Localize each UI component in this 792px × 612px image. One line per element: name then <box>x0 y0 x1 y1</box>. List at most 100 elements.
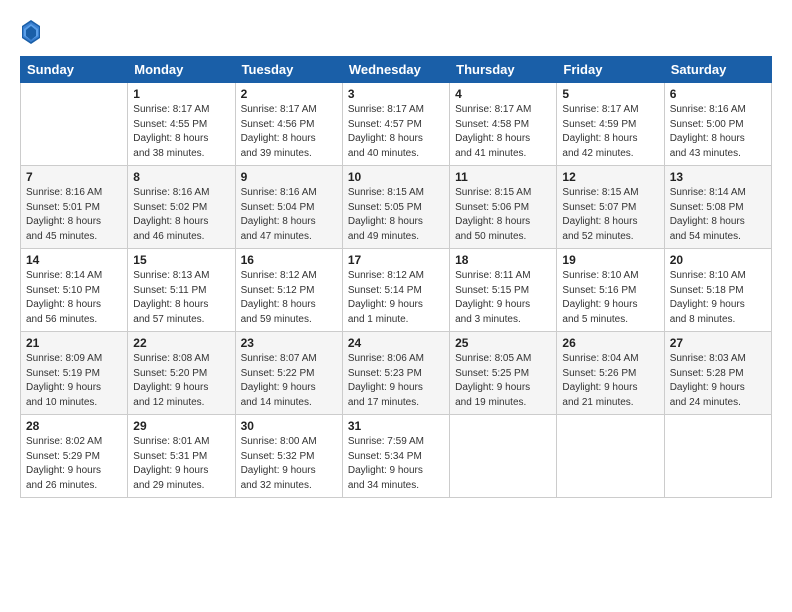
header <box>20 18 772 46</box>
calendar-cell <box>557 415 664 498</box>
cell-info: Sunrise: 8:13 AM Sunset: 5:11 PM Dayligh… <box>133 269 229 327</box>
calendar-cell: 30 Sunrise: 8:00 AM Sunset: 5:32 PM Dayli… <box>235 415 342 498</box>
calendar-cell: 31 Sunrise: 7:59 AM Sunset: 5:34 PM Dayli… <box>342 415 449 498</box>
day-header-friday: Friday <box>557 57 664 83</box>
calendar-cell <box>664 415 771 498</box>
day-number: 27 <box>670 336 766 350</box>
calendar-cell: 18Sunrise: 8:11 AM Sunset: 5:15 PM Dayli… <box>450 249 557 332</box>
day-number: 20 <box>670 253 766 267</box>
calendar-cell: 26 Sunrise: 8:04 AM Sunset: 5:26 PM Dayli… <box>557 332 664 415</box>
day-number: 3 <box>348 87 444 101</box>
calendar-cell <box>450 415 557 498</box>
day-header-saturday: Saturday <box>664 57 771 83</box>
day-number: 31 <box>348 419 444 433</box>
calendar-cell: 2 Sunrise: 8:17 AM Sunset: 4:56 PM Daylig… <box>235 83 342 166</box>
calendar-cell: 19 Sunrise: 8:10 AM Sunset: 5:16 PM Dayli… <box>557 249 664 332</box>
cell-info: Sunrise: 8:08 AM Sunset: 5:20 PM Dayligh… <box>133 352 229 410</box>
calendar-cell: 6 Sunrise: 8:16 AM Sunset: 5:00 PM Daylig… <box>664 83 771 166</box>
calendar-cell: 11 Sunrise: 8:15 AM Sunset: 5:06 PM Dayli… <box>450 166 557 249</box>
calendar-cell: 4Sunrise: 8:17 AM Sunset: 4:58 PM Daylig… <box>450 83 557 166</box>
calendar-cell: 7Sunrise: 8:16 AM Sunset: 5:01 PM Daylig… <box>21 166 128 249</box>
day-header-sunday: Sunday <box>21 57 128 83</box>
calendar-cell: 29 Sunrise: 8:01 AM Sunset: 5:31 PM Dayli… <box>128 415 235 498</box>
day-number: 15 <box>133 253 229 267</box>
day-header-tuesday: Tuesday <box>235 57 342 83</box>
day-header-monday: Monday <box>128 57 235 83</box>
calendar-table: SundayMondayTuesdayWednesdayThursdayFrid… <box>20 56 772 498</box>
day-number: 29 <box>133 419 229 433</box>
cell-info: Sunrise: 8:16 AM Sunset: 5:00 PM Dayligh… <box>670 103 766 161</box>
day-number: 23 <box>241 336 337 350</box>
cell-info: Sunrise: 8:16 AM Sunset: 5:01 PM Dayligh… <box>26 186 122 244</box>
calendar-cell: 15 Sunrise: 8:13 AM Sunset: 5:11 PM Dayli… <box>128 249 235 332</box>
day-number: 17 <box>348 253 444 267</box>
week-row-3: 21Sunrise: 8:09 AM Sunset: 5:19 PM Dayli… <box>21 332 772 415</box>
cell-info: Sunrise: 8:15 AM Sunset: 5:05 PM Dayligh… <box>348 186 444 244</box>
day-number: 6 <box>670 87 766 101</box>
cell-info: Sunrise: 8:14 AM Sunset: 5:10 PM Dayligh… <box>26 269 122 327</box>
calendar-cell: 16 Sunrise: 8:12 AM Sunset: 5:12 PM Dayli… <box>235 249 342 332</box>
cell-info: Sunrise: 8:11 AM Sunset: 5:15 PM Dayligh… <box>455 269 551 327</box>
week-row-1: 7Sunrise: 8:16 AM Sunset: 5:01 PM Daylig… <box>21 166 772 249</box>
cell-info: Sunrise: 7:59 AM Sunset: 5:34 PM Dayligh… <box>348 435 444 493</box>
cell-info: Sunrise: 8:04 AM Sunset: 5:26 PM Dayligh… <box>562 352 658 410</box>
page: SundayMondayTuesdayWednesdayThursdayFrid… <box>0 0 792 508</box>
week-row-2: 14 Sunrise: 8:14 AM Sunset: 5:10 PM Dayli… <box>21 249 772 332</box>
calendar-cell: 9 Sunrise: 8:16 AM Sunset: 5:04 PM Daylig… <box>235 166 342 249</box>
day-number: 19 <box>562 253 658 267</box>
week-row-0: 1Sunrise: 8:17 AM Sunset: 4:55 PM Daylig… <box>21 83 772 166</box>
cell-info: Sunrise: 8:10 AM Sunset: 5:16 PM Dayligh… <box>562 269 658 327</box>
day-number: 8 <box>133 170 229 184</box>
calendar-cell: 21Sunrise: 8:09 AM Sunset: 5:19 PM Dayli… <box>21 332 128 415</box>
calendar-cell: 24 Sunrise: 8:06 AM Sunset: 5:23 PM Dayli… <box>342 332 449 415</box>
calendar-cell: 13 Sunrise: 8:14 AM Sunset: 5:08 PM Dayli… <box>664 166 771 249</box>
header-row: SundayMondayTuesdayWednesdayThursdayFrid… <box>21 57 772 83</box>
week-row-4: 28 Sunrise: 8:02 AM Sunset: 5:29 PM Dayli… <box>21 415 772 498</box>
calendar-cell: 14 Sunrise: 8:14 AM Sunset: 5:10 PM Dayli… <box>21 249 128 332</box>
cell-info: Sunrise: 8:06 AM Sunset: 5:23 PM Dayligh… <box>348 352 444 410</box>
cell-info: Sunrise: 8:01 AM Sunset: 5:31 PM Dayligh… <box>133 435 229 493</box>
day-number: 26 <box>562 336 658 350</box>
day-number: 2 <box>241 87 337 101</box>
calendar-cell: 8 Sunrise: 8:16 AM Sunset: 5:02 PM Daylig… <box>128 166 235 249</box>
day-number: 30 <box>241 419 337 433</box>
cell-info: Sunrise: 8:15 AM Sunset: 5:07 PM Dayligh… <box>562 186 658 244</box>
cell-info: Sunrise: 8:00 AM Sunset: 5:32 PM Dayligh… <box>241 435 337 493</box>
cell-info: Sunrise: 8:17 AM Sunset: 4:59 PM Dayligh… <box>562 103 658 161</box>
cell-info: Sunrise: 8:05 AM Sunset: 5:25 PM Dayligh… <box>455 352 551 410</box>
day-number: 5 <box>562 87 658 101</box>
calendar-cell: 28 Sunrise: 8:02 AM Sunset: 5:29 PM Dayli… <box>21 415 128 498</box>
cell-info: Sunrise: 8:17 AM Sunset: 4:58 PM Dayligh… <box>455 103 551 161</box>
day-number: 14 <box>26 253 122 267</box>
day-number: 1 <box>133 87 229 101</box>
day-number: 16 <box>241 253 337 267</box>
logo-icon <box>20 18 42 46</box>
cell-info: Sunrise: 8:12 AM Sunset: 5:12 PM Dayligh… <box>241 269 337 327</box>
day-number: 9 <box>241 170 337 184</box>
calendar-cell: 12 Sunrise: 8:15 AM Sunset: 5:07 PM Dayli… <box>557 166 664 249</box>
day-number: 12 <box>562 170 658 184</box>
cell-info: Sunrise: 8:17 AM Sunset: 4:56 PM Dayligh… <box>241 103 337 161</box>
cell-info: Sunrise: 8:14 AM Sunset: 5:08 PM Dayligh… <box>670 186 766 244</box>
day-number: 11 <box>455 170 551 184</box>
day-number: 13 <box>670 170 766 184</box>
day-number: 25 <box>455 336 551 350</box>
day-number: 24 <box>348 336 444 350</box>
day-header-thursday: Thursday <box>450 57 557 83</box>
day-number: 28 <box>26 419 122 433</box>
cell-info: Sunrise: 8:03 AM Sunset: 5:28 PM Dayligh… <box>670 352 766 410</box>
calendar-cell: 10Sunrise: 8:15 AM Sunset: 5:05 PM Dayli… <box>342 166 449 249</box>
cell-info: Sunrise: 8:12 AM Sunset: 5:14 PM Dayligh… <box>348 269 444 327</box>
calendar-cell: 27 Sunrise: 8:03 AM Sunset: 5:28 PM Dayli… <box>664 332 771 415</box>
cell-info: Sunrise: 8:16 AM Sunset: 5:02 PM Dayligh… <box>133 186 229 244</box>
calendar-cell: 3 Sunrise: 8:17 AM Sunset: 4:57 PM Daylig… <box>342 83 449 166</box>
cell-info: Sunrise: 8:16 AM Sunset: 5:04 PM Dayligh… <box>241 186 337 244</box>
cell-info: Sunrise: 8:15 AM Sunset: 5:06 PM Dayligh… <box>455 186 551 244</box>
calendar-cell: 22 Sunrise: 8:08 AM Sunset: 5:20 PM Dayli… <box>128 332 235 415</box>
calendar-cell: 1Sunrise: 8:17 AM Sunset: 4:55 PM Daylig… <box>128 83 235 166</box>
cell-info: Sunrise: 8:02 AM Sunset: 5:29 PM Dayligh… <box>26 435 122 493</box>
cell-info: Sunrise: 8:17 AM Sunset: 4:57 PM Dayligh… <box>348 103 444 161</box>
day-number: 22 <box>133 336 229 350</box>
day-header-wednesday: Wednesday <box>342 57 449 83</box>
day-number: 21 <box>26 336 122 350</box>
